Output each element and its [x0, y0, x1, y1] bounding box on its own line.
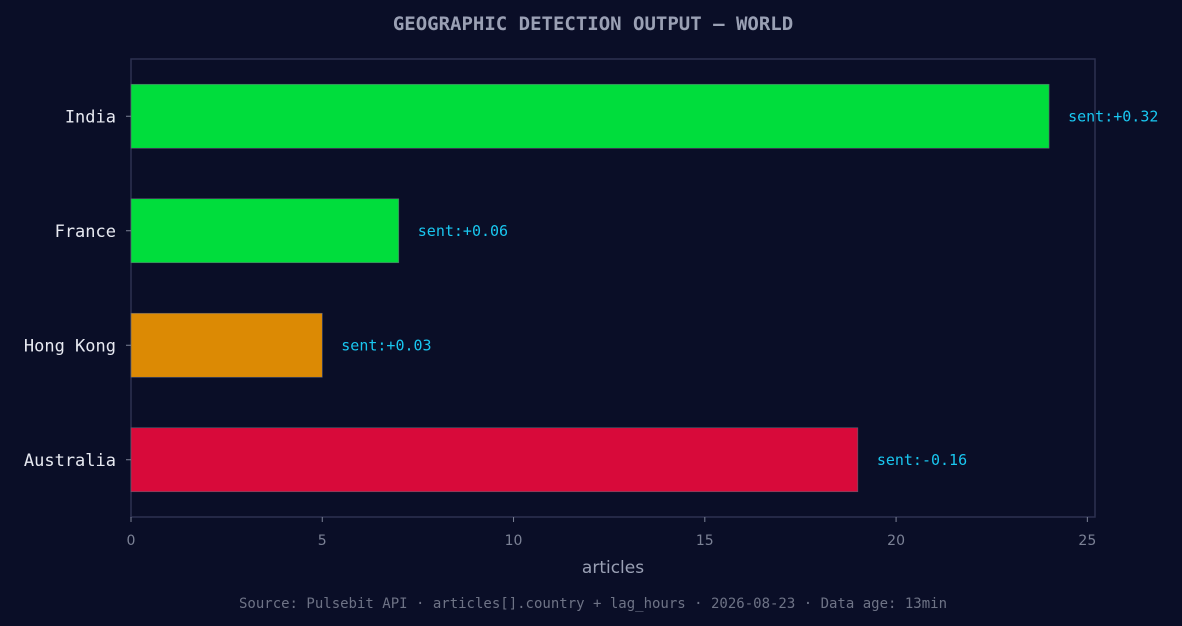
x-tick-label: 5	[318, 533, 327, 549]
bar-data-label: sent:+0.06	[418, 222, 508, 240]
category-label: France	[55, 222, 116, 242]
source-footer: Source: Pulsebit API · articles[].countr…	[239, 596, 947, 612]
x-tick-label: 10	[505, 533, 523, 549]
x-tick-label: 0	[127, 533, 136, 549]
chart-title: GEOGRAPHIC DETECTION OUTPUT — WORLD	[393, 13, 793, 35]
bar-france	[130, 198, 400, 264]
bar-data-label: sent:-0.16	[877, 451, 967, 469]
chart: GEOGRAPHIC DETECTION OUTPUT — WORLD Indi…	[24, 13, 1159, 612]
x-tick-label: 25	[1078, 533, 1096, 549]
bar-data-label: sent:+0.03	[341, 336, 431, 354]
x-tick-label: 15	[696, 533, 714, 549]
bars-layer: India sent:+0.32 France sent:+0.06 Hong Kong…	[24, 83, 1158, 493]
x-axis-ticks: 0 5 10 15 20 25	[127, 517, 1096, 549]
x-tick-label: 20	[887, 533, 905, 549]
category-label: India	[65, 107, 116, 127]
bar-data-label: sent:+0.32	[1068, 107, 1158, 125]
bar-australia	[130, 427, 859, 493]
x-axis-title: articles	[582, 558, 644, 578]
category-label: Hong Kong	[24, 336, 116, 356]
bar-india	[130, 83, 1050, 149]
bar-hong-kong	[130, 312, 323, 378]
category-label: Australia	[24, 451, 116, 471]
